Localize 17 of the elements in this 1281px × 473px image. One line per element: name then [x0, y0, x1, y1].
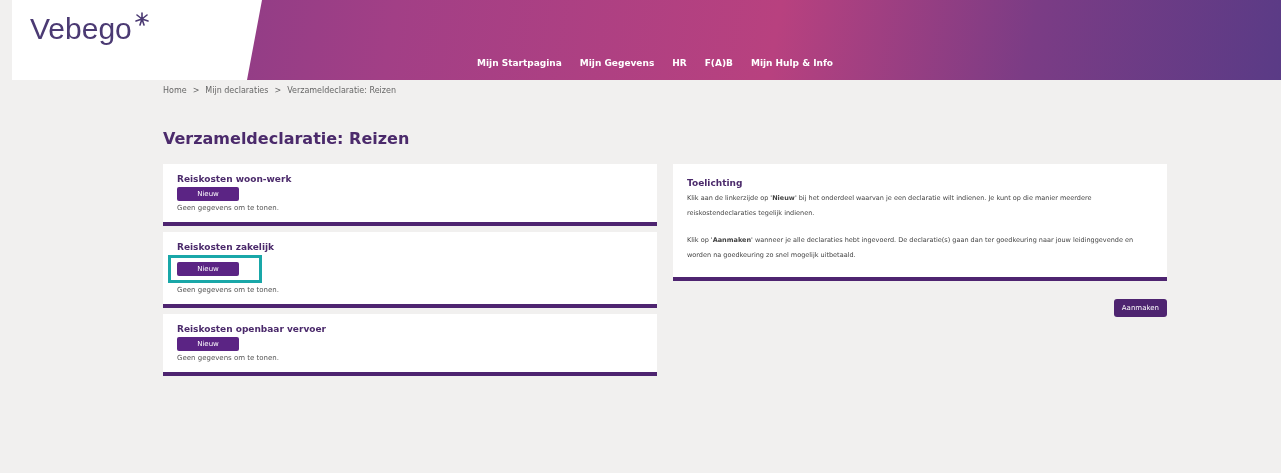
breadcrumb-separator: >	[192, 86, 200, 95]
page-title: Verzameldeclaratie: Reizen	[163, 129, 411, 148]
breadcrumb-link[interactable]: Home	[163, 86, 187, 95]
breadcrumb-link[interactable]: Verzameldeclaratie: Reizen	[287, 86, 397, 95]
nav-link[interactable]: Mijn Gegevens	[579, 58, 655, 68]
section-title: Reiskosten openbaar vervoer	[177, 324, 327, 334]
nav-link[interactable]: HR	[672, 58, 687, 68]
nav-link[interactable]: Mijn Startpagina	[477, 58, 562, 68]
logo[interactable]: Vebego	[30, 12, 132, 46]
breadcrumb-separator: >	[274, 86, 282, 95]
nav-link[interactable]: F(A)B	[704, 58, 733, 68]
section-title: Reiskosten zakelijk	[177, 242, 276, 252]
sparkle-icon	[133, 12, 150, 26]
breadcrumb-link[interactable]: Mijn declaraties	[205, 86, 269, 95]
info-title: Toelichting	[687, 178, 744, 188]
section-title: Reiskosten woon-werk	[177, 174, 293, 184]
nav-link[interactable]: Mijn Hulp & Info	[750, 58, 834, 68]
